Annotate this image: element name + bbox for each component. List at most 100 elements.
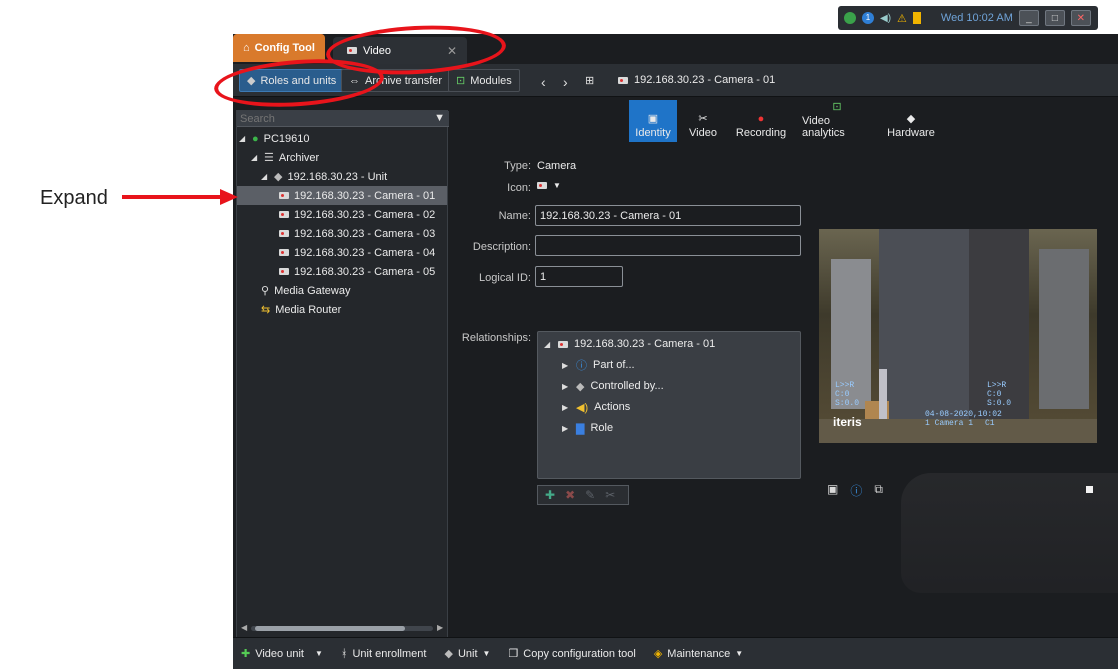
tree-item-camera-02[interactable]: 192.168.30.23 - Camera - 02 [279,205,435,224]
preview-actions: ▣ ⓘ ⧉ [827,482,883,499]
preview-camera-label: 1 Camera 1 [925,419,974,428]
maximize-button[interactable]: □ [1044,10,1065,26]
info-icon[interactable]: ⓘ [850,482,862,499]
close-window-button[interactable]: ✕ [1070,10,1091,26]
notification-badge-icon[interactable]: 1 [862,12,874,24]
copy-configuration-tool-button[interactable]: ❐ Copy configuration tool [508,647,635,661]
forward-arrow-icon[interactable]: › [563,74,568,90]
preview-timestamp: 04-08-2020,10:02 [925,410,1002,419]
chevron-down-icon[interactable]: ▼ [553,181,561,190]
entity-tree-panel: ▼ ◢ ● PC19610 ◢ ☰ Archiver ◢ ◆ 192.168.3… [236,110,449,660]
tree-item-camera-01[interactable]: 192.168.30.23 - Camera - 01 [237,186,447,205]
recording-icon: ● [757,113,765,125]
snapshot-icon[interactable]: ▣ [827,482,838,499]
filter-icon[interactable]: ▼ [434,112,445,124]
identity-icon: ▣ [647,113,659,125]
video-unit-button[interactable]: ✚ Video unit ▼ [241,647,323,661]
maintenance-button[interactable]: ◈ Maintenance ▼ [654,647,743,661]
tree-label: Media Router [275,303,342,316]
relationship-root[interactable]: ◢ 192.168.30.23 - Camera - 01 [544,335,715,353]
relationship-label: Actions [594,401,631,413]
tree-item-archiver[interactable]: ◢ ☰ Archiver [251,148,319,167]
relationships-tree: ◢ 192.168.30.23 - Camera - 01 ▶ ⓘ Part o… [537,331,801,479]
tab-identity[interactable]: ▣ Identity [629,100,677,142]
unit-icon: ◆ [274,171,283,183]
logical-id-label: Logical ID: [479,272,531,284]
icon-label: Icon: [507,182,531,194]
copy-icon: ❐ [508,648,519,660]
scroll-right-icon[interactable]: ▶ [437,623,443,632]
horizontal-scrollbar[interactable]: ◀ ▶ [241,623,445,633]
tree-nav-icon[interactable]: ⊞ [585,74,594,87]
relationship-role[interactable]: ▶ ▇ Role [562,419,613,437]
tree-item-media-gateway[interactable]: ⚲ Media Gateway [261,281,351,300]
button-label: Video unit [255,647,304,660]
description-field[interactable] [535,235,801,256]
relationship-part-of[interactable]: ▶ ⓘ Part of... [562,356,635,374]
modules-button[interactable]: ⊡ Modules [448,69,520,92]
hardware-icon: ◆ [906,113,916,125]
relationship-controlled-by[interactable]: ▶ ◆ Controlled by... [562,377,664,395]
tab-video-analytics[interactable]: ⊡ Video analytics [796,100,878,142]
camera-icon [537,182,547,189]
button-label: Unit [457,647,478,660]
role-icon: ▇ [576,422,585,435]
battery-icon[interactable] [912,12,921,24]
camera-preview[interactable]: L>>R C:0 S:0.0 L>>R C:0 S:0.0 04-08-2020… [819,229,1097,443]
expand-arrow-icon[interactable]: ◢ [544,340,552,349]
edit-icon[interactable]: ✎ [585,488,595,502]
tree-label: PC19610 [263,132,310,145]
minimize-button[interactable]: _ [1018,10,1039,26]
logical-id-field[interactable] [535,266,623,287]
back-arrow-icon[interactable]: ‹ [541,74,546,90]
tab-config-tool[interactable]: ⌂ Config Tool [233,34,325,62]
relationship-label: 192.168.30.23 - Camera - 01 [574,338,716,350]
camera-icon [279,249,289,256]
button-label: Modules [470,74,512,87]
archiver-icon: ☰ [264,152,274,164]
tree-item-camera-05[interactable]: 192.168.30.23 - Camera - 05 [279,262,435,281]
camera-icon [558,340,568,348]
bottom-toolbar: ✚ Video unit ▼ ᚼ Unit enrollment ◆ Unit … [233,637,1118,669]
tab-label: Video analytics [802,115,845,139]
tab-video-settings[interactable]: ✂ Video [681,100,725,142]
scroll-thumb[interactable] [255,626,405,631]
home-icon: ⌂ [243,42,250,54]
collapse-arrow-icon[interactable]: ▶ [562,361,570,370]
delete-icon[interactable]: ✖ [565,488,575,502]
stop-icon[interactable] [1086,486,1093,493]
collapse-arrow-icon[interactable]: ▶ [562,424,570,433]
tree-item-camera-03[interactable]: 192.168.30.23 - Camera - 03 [279,224,435,243]
tree-item-server[interactable]: ◢ ● PC19610 [239,129,310,148]
popout-icon[interactable]: ⧉ [874,482,883,499]
add-icon[interactable]: ✚ [545,488,555,502]
network-icon[interactable] [844,12,856,24]
relationship-actions[interactable]: ▶ ◀) Actions [562,398,630,416]
unit-icon: ◆ [576,380,585,393]
chevron-down-icon[interactable]: ▼ [735,649,743,658]
warning-icon[interactable]: ⚠ [897,12,907,25]
chevron-down-icon[interactable]: ▼ [483,649,491,658]
tree-item-media-router[interactable]: ⇆ Media Router [261,300,341,319]
icon-picker[interactable]: ▼ [537,181,561,190]
tab-hardware[interactable]: ◆ Hardware [881,100,941,142]
description-label: Description: [472,241,531,253]
tree-item-unit[interactable]: ◢ ◆ 192.168.30.23 - Unit [261,167,387,186]
tab-label: Hardware [887,127,935,139]
expand-arrow-icon[interactable]: ◢ [251,153,259,162]
tree-item-camera-04[interactable]: 192.168.30.23 - Camera - 04 [279,243,435,262]
unit-enrollment-button[interactable]: ᚼ Unit enrollment [341,648,427,660]
unlink-icon[interactable]: ✂ [605,488,615,502]
tab-label: Identity [635,127,671,139]
name-field[interactable] [535,205,801,226]
scroll-left-icon[interactable]: ◀ [241,623,247,632]
search-input[interactable] [237,111,427,126]
collapse-arrow-icon[interactable]: ▶ [562,403,570,412]
collapse-arrow-icon[interactable]: ▶ [562,382,570,391]
volume-icon[interactable]: ◀) [880,13,891,24]
unit-button[interactable]: ◆ Unit ▼ [444,647,491,661]
chevron-down-icon[interactable]: ▼ [315,649,323,658]
expand-arrow-icon[interactable]: ◢ [239,134,247,143]
expand-arrow-icon[interactable]: ◢ [261,172,269,181]
tab-recording[interactable]: ● Recording [729,100,793,142]
